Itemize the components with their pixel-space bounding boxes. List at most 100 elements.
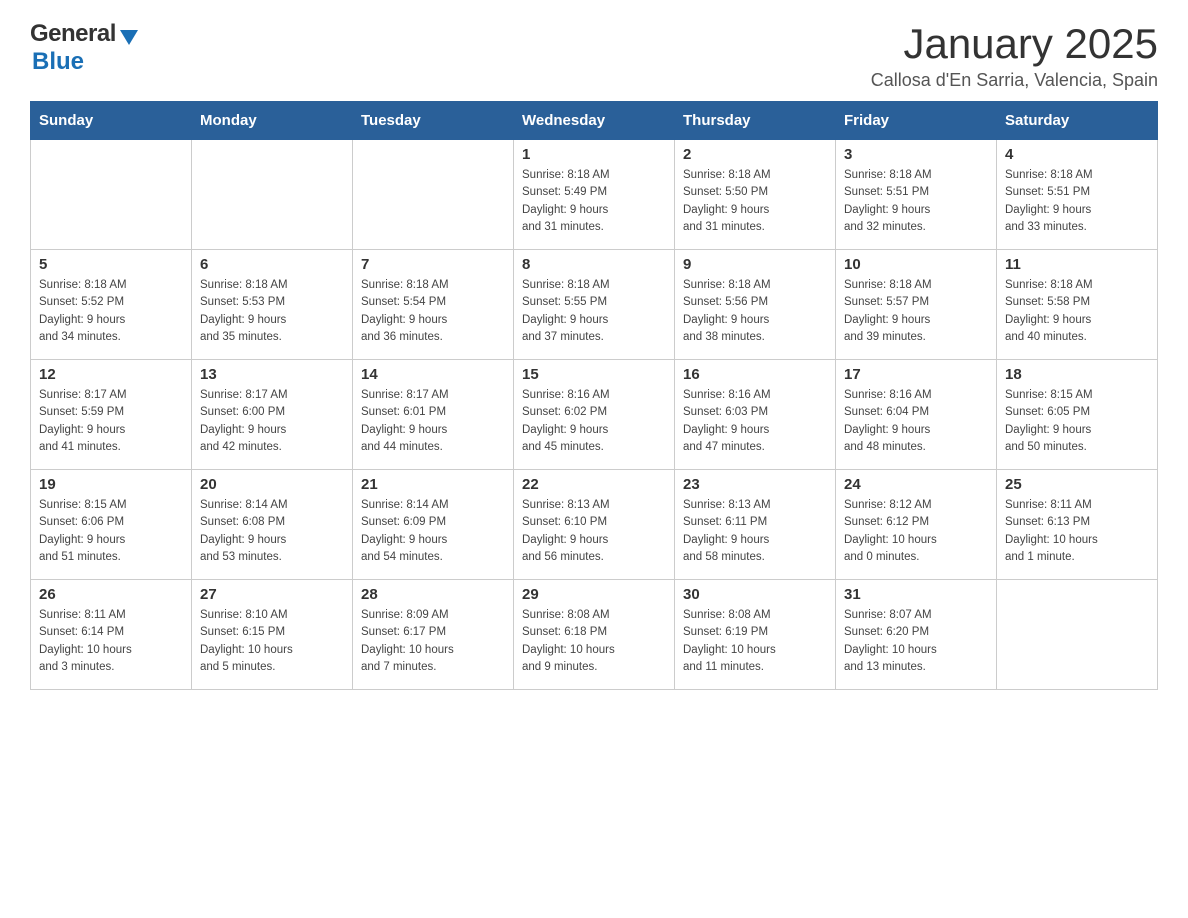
day-info: Sunrise: 8:18 AM Sunset: 5:52 PM Dayligh… — [39, 277, 183, 346]
table-row: 2 Sunrise: 8:18 AM Sunset: 5:50 PM Daylig… — [675, 140, 836, 250]
day-info: Sunrise: 8:18 AM Sunset: 5:57 PM Dayligh… — [844, 277, 988, 346]
day-info: Sunrise: 8:14 AM Sunset: 6:08 PM Dayligh… — [200, 497, 344, 566]
table-row — [997, 580, 1158, 690]
day-number: 20 — [200, 476, 344, 493]
logo: General Blue — [30, 20, 138, 76]
day-number: 2 — [683, 146, 827, 163]
day-info: Sunrise: 8:16 AM Sunset: 6:02 PM Dayligh… — [522, 387, 666, 456]
table-row: 7 Sunrise: 8:18 AM Sunset: 5:54 PM Daylig… — [353, 250, 514, 360]
day-number: 4 — [1005, 146, 1149, 163]
day-number: 11 — [1005, 256, 1149, 273]
day-info: Sunrise: 8:17 AM Sunset: 5:59 PM Dayligh… — [39, 387, 183, 456]
day-number: 23 — [683, 476, 827, 493]
day-info: Sunrise: 8:18 AM Sunset: 5:58 PM Dayligh… — [1005, 277, 1149, 346]
table-row: 5 Sunrise: 8:18 AM Sunset: 5:52 PM Daylig… — [31, 250, 192, 360]
calendar-week-row: 19 Sunrise: 8:15 AM Sunset: 6:06 PM Dayli… — [31, 470, 1158, 580]
table-row: 15 Sunrise: 8:16 AM Sunset: 6:02 PM Dayli… — [514, 360, 675, 470]
day-number: 6 — [200, 256, 344, 273]
day-info: Sunrise: 8:15 AM Sunset: 6:05 PM Dayligh… — [1005, 387, 1149, 456]
day-info: Sunrise: 8:09 AM Sunset: 6:17 PM Dayligh… — [361, 607, 505, 676]
day-info: Sunrise: 8:11 AM Sunset: 6:14 PM Dayligh… — [39, 607, 183, 676]
day-number: 14 — [361, 366, 505, 383]
table-row: 20 Sunrise: 8:14 AM Sunset: 6:08 PM Dayli… — [192, 470, 353, 580]
day-info: Sunrise: 8:18 AM Sunset: 5:51 PM Dayligh… — [1005, 167, 1149, 236]
day-number: 27 — [200, 586, 344, 603]
col-monday: Monday — [192, 102, 353, 140]
day-number: 17 — [844, 366, 988, 383]
day-number: 18 — [1005, 366, 1149, 383]
table-row: 16 Sunrise: 8:16 AM Sunset: 6:03 PM Dayli… — [675, 360, 836, 470]
table-row: 4 Sunrise: 8:18 AM Sunset: 5:51 PM Daylig… — [997, 140, 1158, 250]
day-number: 19 — [39, 476, 183, 493]
table-row: 3 Sunrise: 8:18 AM Sunset: 5:51 PM Daylig… — [836, 140, 997, 250]
day-number: 29 — [522, 586, 666, 603]
day-number: 15 — [522, 366, 666, 383]
table-row — [353, 140, 514, 250]
day-info: Sunrise: 8:16 AM Sunset: 6:04 PM Dayligh… — [844, 387, 988, 456]
table-row: 14Sunrise: 8:17 AM Sunset: 6:01 PM Dayli… — [353, 360, 514, 470]
day-number: 7 — [361, 256, 505, 273]
day-number: 30 — [683, 586, 827, 603]
day-info: Sunrise: 8:18 AM Sunset: 5:50 PM Dayligh… — [683, 167, 827, 236]
table-row: 17 Sunrise: 8:16 AM Sunset: 6:04 PM Dayli… — [836, 360, 997, 470]
day-info: Sunrise: 8:18 AM Sunset: 5:54 PM Dayligh… — [361, 277, 505, 346]
day-info: Sunrise: 8:11 AM Sunset: 6:13 PM Dayligh… — [1005, 497, 1149, 566]
day-info: Sunrise: 8:08 AM Sunset: 6:19 PM Dayligh… — [683, 607, 827, 676]
col-wednesday: Wednesday — [514, 102, 675, 140]
logo-blue-text: Blue — [32, 48, 84, 76]
day-number: 12 — [39, 366, 183, 383]
day-info: Sunrise: 8:18 AM Sunset: 5:55 PM Dayligh… — [522, 277, 666, 346]
logo-general-text: General — [30, 20, 116, 48]
table-row: 12 Sunrise: 8:17 AM Sunset: 5:59 PM Dayli… — [31, 360, 192, 470]
logo-arrow-icon — [120, 30, 138, 45]
table-row: 31 Sunrise: 8:07 AM Sunset: 6:20 PM Dayli… — [836, 580, 997, 690]
day-number: 26 — [39, 586, 183, 603]
table-row: 26 Sunrise: 8:11 AM Sunset: 6:14 PM Dayli… — [31, 580, 192, 690]
table-row: 29 Sunrise: 8:08 AM Sunset: 6:18 PM Dayli… — [514, 580, 675, 690]
table-row: 11 Sunrise: 8:18 AM Sunset: 5:58 PM Dayli… — [997, 250, 1158, 360]
table-row: 13Sunrise: 8:17 AM Sunset: 6:00 PM Dayli… — [192, 360, 353, 470]
calendar-table: Sunday Monday Tuesday Wednesday Thursday… — [30, 101, 1158, 690]
day-info: Sunrise: 8:15 AM Sunset: 6:06 PM Dayligh… — [39, 497, 183, 566]
col-thursday: Thursday — [675, 102, 836, 140]
day-number: 5 — [39, 256, 183, 273]
table-row: 10 Sunrise: 8:18 AM Sunset: 5:57 PM Dayli… — [836, 250, 997, 360]
table-row: 21 Sunrise: 8:14 AM Sunset: 6:09 PM Dayli… — [353, 470, 514, 580]
calendar-header-row: Sunday Monday Tuesday Wednesday Thursday… — [31, 102, 1158, 140]
day-number: 24 — [844, 476, 988, 493]
day-number: 9 — [683, 256, 827, 273]
table-row — [192, 140, 353, 250]
calendar-week-row: 12 Sunrise: 8:17 AM Sunset: 5:59 PM Dayli… — [31, 360, 1158, 470]
day-info: Sunrise: 8:10 AM Sunset: 6:15 PM Dayligh… — [200, 607, 344, 676]
table-row: 9Sunrise: 8:18 AM Sunset: 5:56 PM Daylig… — [675, 250, 836, 360]
col-saturday: Saturday — [997, 102, 1158, 140]
calendar-week-row: 5 Sunrise: 8:18 AM Sunset: 5:52 PM Daylig… — [31, 250, 1158, 360]
day-info: Sunrise: 8:17 AM Sunset: 6:00 PM Dayligh… — [200, 387, 344, 456]
month-year-title: January 2025 — [871, 20, 1158, 68]
day-info: Sunrise: 8:18 AM Sunset: 5:53 PM Dayligh… — [200, 277, 344, 346]
col-sunday: Sunday — [31, 102, 192, 140]
calendar-week-row: 1Sunrise: 8:18 AM Sunset: 5:49 PM Daylig… — [31, 140, 1158, 250]
table-row: 19 Sunrise: 8:15 AM Sunset: 6:06 PM Dayli… — [31, 470, 192, 580]
day-info: Sunrise: 8:16 AM Sunset: 6:03 PM Dayligh… — [683, 387, 827, 456]
page-header: General Blue January 2025 Callosa d'En S… — [30, 20, 1158, 91]
day-info: Sunrise: 8:12 AM Sunset: 6:12 PM Dayligh… — [844, 497, 988, 566]
day-number: 21 — [361, 476, 505, 493]
day-number: 8 — [522, 256, 666, 273]
day-info: Sunrise: 8:07 AM Sunset: 6:20 PM Dayligh… — [844, 607, 988, 676]
title-section: January 2025 Callosa d'En Sarria, Valenc… — [871, 20, 1158, 91]
table-row: 27 Sunrise: 8:10 AM Sunset: 6:15 PM Dayli… — [192, 580, 353, 690]
day-number: 16 — [683, 366, 827, 383]
table-row: 25Sunrise: 8:11 AM Sunset: 6:13 PM Dayli… — [997, 470, 1158, 580]
day-number: 31 — [844, 586, 988, 603]
day-number: 10 — [844, 256, 988, 273]
table-row: 1Sunrise: 8:18 AM Sunset: 5:49 PM Daylig… — [514, 140, 675, 250]
table-row: 30 Sunrise: 8:08 AM Sunset: 6:19 PM Dayli… — [675, 580, 836, 690]
day-number: 3 — [844, 146, 988, 163]
location-subtitle: Callosa d'En Sarria, Valencia, Spain — [871, 70, 1158, 91]
day-info: Sunrise: 8:14 AM Sunset: 6:09 PM Dayligh… — [361, 497, 505, 566]
day-info: Sunrise: 8:13 AM Sunset: 6:10 PM Dayligh… — [522, 497, 666, 566]
day-info: Sunrise: 8:18 AM Sunset: 5:51 PM Dayligh… — [844, 167, 988, 236]
day-number: 1 — [522, 146, 666, 163]
day-info: Sunrise: 8:08 AM Sunset: 6:18 PM Dayligh… — [522, 607, 666, 676]
